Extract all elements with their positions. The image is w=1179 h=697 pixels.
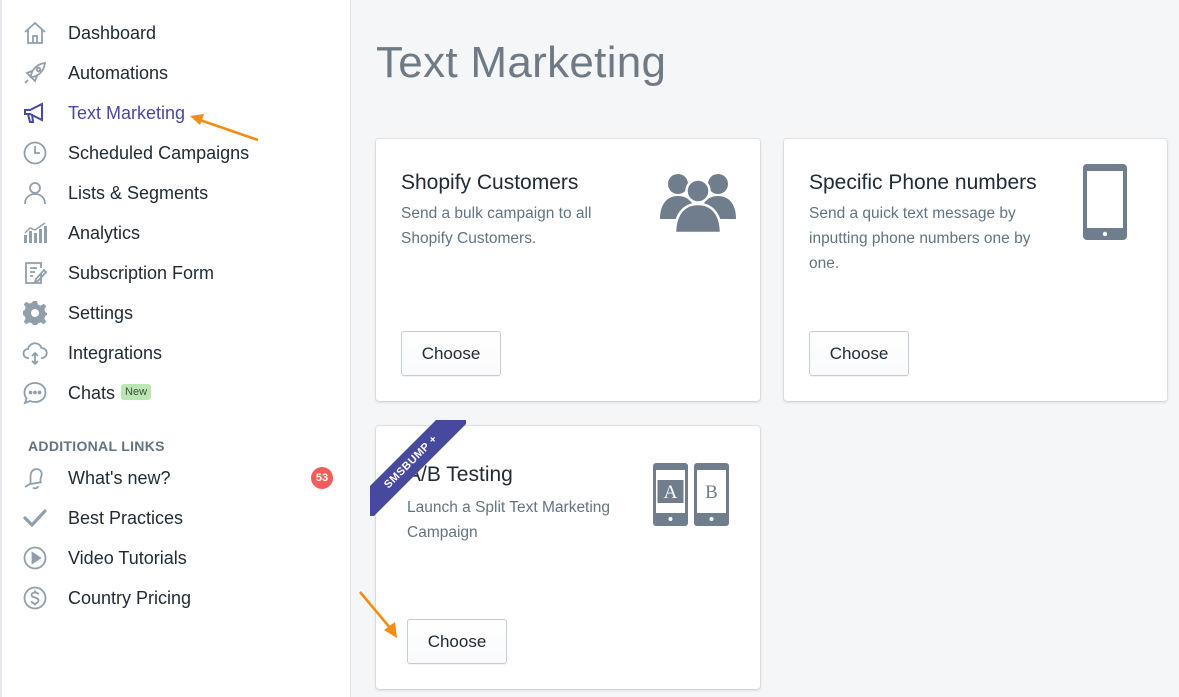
sidebar-item-label: Chats New: [68, 382, 152, 404]
checkmark-icon: [22, 505, 48, 531]
sidebar-item-label: Video Tutorials: [68, 547, 187, 568]
play-circle-icon: [22, 545, 48, 571]
sidebar-item-text: Chats: [68, 382, 116, 403]
ab-phones-icon: A B: [653, 463, 729, 526]
sidebar-item-label: Dashboard: [68, 22, 157, 43]
sidebar-item-label: Lists & Segments: [68, 182, 209, 203]
sidebar-item-dashboard[interactable]: Dashboard: [2, 13, 351, 53]
sidebar-item-video-tutorials[interactable]: Video Tutorials: [2, 538, 351, 578]
mobile-phone-icon: [1083, 164, 1127, 240]
sidebar-item-integrations[interactable]: Integrations: [2, 333, 351, 373]
sidebar-item-label: Scheduled Campaigns: [68, 142, 250, 163]
shopify-customers-card: Shopify Customers Send a bulk campaign t…: [376, 139, 760, 401]
home-icon: [22, 20, 48, 46]
bar-chart-icon: [22, 220, 48, 246]
card-description: Send a quick text message by inputting p…: [809, 205, 1031, 272]
specific-phone-numbers-card: Specific Phone numbers Send a quick text…: [784, 139, 1167, 401]
sidebar-item-scheduled-campaigns[interactable]: Scheduled Campaigns: [2, 133, 351, 173]
megaphone-icon: [22, 100, 48, 126]
phone-a-label: A: [664, 482, 678, 503]
sidebar-item-label: Automations: [68, 62, 169, 83]
form-icon: [22, 260, 48, 286]
sidebar-item-label: Analytics: [68, 222, 141, 243]
card-description: Send a bulk campaign to all Shopify Cust…: [401, 205, 592, 247]
gear-icon: [22, 300, 48, 326]
sidebar-item-label: Best Practices: [68, 507, 184, 528]
choose-button[interactable]: Choose: [401, 331, 501, 376]
new-badge: New: [121, 383, 152, 400]
phone-b-label: B: [705, 482, 718, 503]
annotation-arrow: [359, 591, 397, 638]
clock-icon: [22, 140, 48, 166]
choose-button[interactable]: Choose: [809, 331, 909, 376]
sidebar-item-label: Text Marketing: [68, 102, 186, 123]
group-of-people-icon: [660, 174, 736, 235]
sidebar-item-label: What's new?: [68, 467, 171, 488]
page-title: Text Marketing: [376, 38, 667, 87]
notification-count-badge: 53: [311, 467, 333, 489]
sidebar-item-best-practices[interactable]: Best Practices: [2, 498, 351, 538]
sidebar-item-chats[interactable]: Chats New: [2, 373, 351, 413]
cloud-sync-icon: [22, 340, 48, 366]
annotation-arrow: [190, 114, 259, 142]
ribbon-label: SMSBUMP +: [370, 420, 466, 516]
choose-button[interactable]: Choose: [407, 619, 507, 664]
dollar-circle-icon: [22, 585, 48, 611]
card-title: Specific Phone numbers: [809, 171, 1037, 194]
sidebar-item-settings[interactable]: Settings: [2, 293, 351, 333]
card-title: Shopify Customers: [401, 171, 579, 194]
sidebar-item-label: Subscription Form: [68, 262, 215, 283]
smsbump-plus-ribbon: SMSBUMP +: [370, 420, 466, 516]
sidebar-item-lists-segments[interactable]: Lists & Segments: [2, 173, 351, 213]
sidebar-item-automations[interactable]: Automations: [2, 53, 351, 93]
sidebar-item-label: Country Pricing: [68, 587, 192, 608]
rocket-icon: [22, 60, 48, 86]
sidebar-item-analytics[interactable]: Analytics: [2, 213, 351, 253]
sidebar-item-text-marketing[interactable]: Text Marketing: [2, 93, 351, 133]
sidebar-item-subscription-form[interactable]: Subscription Form: [2, 253, 351, 293]
sidebar: Dashboard Automations Text Marketing Sch…: [0, 0, 351, 697]
additional-links-heading: ADDITIONAL LINKS: [28, 438, 165, 454]
sidebar-item-label: Integrations: [68, 342, 163, 363]
sidebar-item-country-pricing[interactable]: Country Pricing: [2, 578, 351, 618]
bell-icon: [22, 465, 48, 491]
chat-bubble-icon: [22, 380, 48, 406]
user-icon: [22, 180, 48, 206]
sidebar-item-label: Settings: [68, 302, 134, 323]
sidebar-item-whats-new[interactable]: What's new? 53: [2, 458, 351, 498]
